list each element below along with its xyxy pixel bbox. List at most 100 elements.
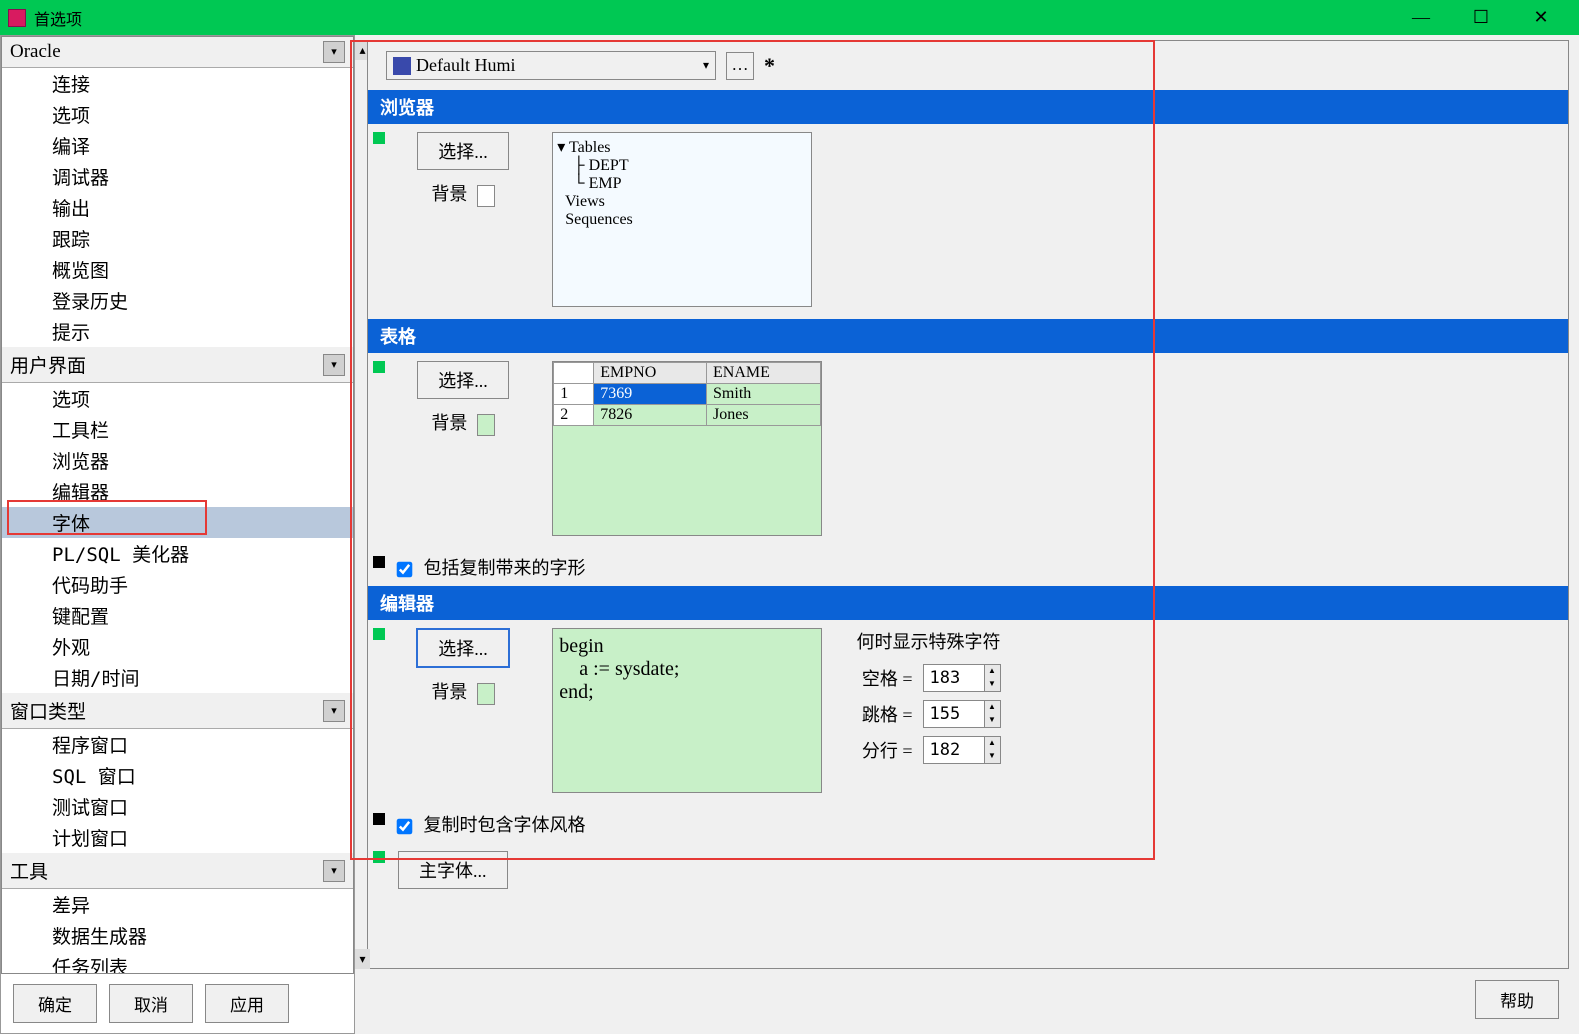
spin-up-icon[interactable]: ▲	[984, 737, 1000, 750]
tree-preview-line: ├ DEPT	[557, 157, 807, 175]
tree-group-header[interactable]: 工具▾	[2, 853, 353, 889]
close-button[interactable]: ✕	[1511, 0, 1571, 35]
section-marker-icon	[373, 851, 385, 863]
tree-preview-line: Sequences	[557, 211, 807, 229]
tree-item[interactable]: 编译	[2, 130, 353, 161]
space-label: 空格 =	[862, 665, 913, 691]
include-style-label: 复制时包含字体风格	[424, 815, 586, 835]
tree-preview-line: Views	[557, 193, 807, 211]
dirty-indicator: *	[764, 53, 775, 79]
special-chars-title: 何时显示特殊字符	[857, 628, 1001, 654]
minimize-button[interactable]: —	[1391, 0, 1451, 35]
grid-cell: 1	[554, 384, 594, 405]
tree-item[interactable]: 输出	[2, 192, 353, 223]
tree-item[interactable]: 日期/时间	[2, 662, 353, 693]
grid-column-header: ENAME	[707, 363, 821, 384]
browser-bg-swatch[interactable]	[477, 185, 495, 207]
help-button[interactable]: 帮助	[1475, 980, 1559, 1019]
include-style-checkbox[interactable]	[397, 819, 413, 835]
section-marker-icon	[373, 556, 385, 568]
chevron-down-icon[interactable]: ▾	[323, 41, 345, 63]
apply-button[interactable]: 应用	[205, 984, 289, 1023]
tree-item[interactable]: 工具栏	[2, 414, 353, 445]
tree-item[interactable]: 选项	[2, 383, 353, 414]
spin-down-icon[interactable]: ▼	[984, 714, 1000, 727]
main-font-button[interactable]: 主字体...	[398, 851, 508, 889]
titlebar: 首选项 — ☐ ✕	[0, 0, 1579, 35]
maximize-button[interactable]: ☐	[1451, 0, 1511, 35]
section-header-editor: 编辑器	[368, 586, 1568, 620]
tree-group-header[interactable]: 窗口类型▾	[2, 693, 353, 729]
tree-item[interactable]: 测试窗口	[2, 791, 353, 822]
grid-bg-swatch[interactable]	[477, 414, 495, 436]
editor-bg-swatch[interactable]	[477, 683, 495, 705]
tree-item[interactable]: 浏览器	[2, 445, 353, 476]
include-glyphs-checkbox[interactable]	[397, 562, 413, 578]
grid-cell: Jones	[707, 405, 821, 426]
ok-button[interactable]: 确定	[13, 984, 97, 1023]
cancel-button[interactable]: 取消	[109, 984, 193, 1023]
section-marker-icon	[373, 132, 385, 144]
spin-down-icon[interactable]: ▼	[984, 750, 1000, 763]
section-marker-icon	[373, 628, 385, 640]
font-dropdown[interactable]: Default Humi ▾	[386, 51, 716, 80]
browser-preview: ▾ Tables ├ DEPT └ EMP Views Sequences	[552, 132, 812, 307]
grid-preview: EMPNOENAME 17369Smith 27826Jones	[552, 361, 822, 536]
grid-column-header: EMPNO	[594, 363, 707, 384]
font-more-button[interactable]: …	[726, 52, 754, 80]
browser-bg-label: 背景	[431, 180, 467, 206]
grid-select-button[interactable]: 选择...	[417, 361, 509, 399]
grid-cell: Smith	[707, 384, 821, 405]
include-glyphs-label: 包括复制带来的字形	[424, 558, 586, 578]
spin-up-icon[interactable]: ▲	[984, 665, 1000, 678]
font-icon	[393, 57, 411, 75]
grid-cell: 2	[554, 405, 594, 426]
tree-item[interactable]: 程序窗口	[2, 729, 353, 760]
preferences-tree[interactable]: Oracle▾连接选项编译调试器输出跟踪概览图登录历史提示用户界面▾选项工具栏浏…	[1, 36, 354, 974]
newline-input[interactable]	[924, 737, 984, 763]
tab-input[interactable]	[924, 701, 984, 727]
scroll-down-icon[interactable]: ▾	[355, 949, 370, 969]
tree-item[interactable]: 选项	[2, 99, 353, 130]
editor-bg-label: 背景	[431, 678, 467, 704]
tree-item[interactable]: 概览图	[2, 254, 353, 285]
tree-item[interactable]: 调试器	[2, 161, 353, 192]
chevron-down-icon[interactable]: ▾	[323, 860, 345, 882]
right-panel: ▴ Default Humi ▾ … * 浏览器 选择... 背景	[355, 35, 1579, 1034]
app-icon	[8, 9, 26, 27]
tree-item[interactable]: SQL 窗口	[2, 760, 353, 791]
tree-item[interactable]: 跟踪	[2, 223, 353, 254]
space-input[interactable]	[924, 665, 984, 691]
editor-select-button[interactable]: 选择...	[416, 628, 510, 668]
chevron-down-icon[interactable]: ▾	[323, 354, 345, 376]
tree-item[interactable]: PL/SQL 美化器	[2, 538, 353, 569]
tree-item[interactable]: 计划窗口	[2, 822, 353, 853]
right-content: Default Humi ▾ … * 浏览器 选择... 背景 ▾ Tables…	[367, 40, 1569, 969]
chevron-down-icon[interactable]: ▾	[323, 700, 345, 722]
tree-item[interactable]: 差异	[2, 889, 353, 920]
section-marker-icon	[373, 813, 385, 825]
section-header-browser: 浏览器	[368, 90, 1568, 124]
tree-item[interactable]: 字体	[2, 507, 353, 538]
tree-item[interactable]: 键配置	[2, 600, 353, 631]
tree-item[interactable]: 代码助手	[2, 569, 353, 600]
browser-select-button[interactable]: 选择...	[417, 132, 509, 170]
tree-item[interactable]: 编辑器	[2, 476, 353, 507]
section-header-grid: 表格	[368, 319, 1568, 353]
window-title: 首选项	[34, 6, 1391, 30]
grid-cell: 7369	[594, 384, 707, 405]
tree-item[interactable]: 外观	[2, 631, 353, 662]
tree-item[interactable]: 连接	[2, 68, 353, 99]
grid-column-header	[554, 363, 594, 384]
tree-item[interactable]: 登录历史	[2, 285, 353, 316]
tree-item[interactable]: 任务列表	[2, 951, 353, 974]
tree-item[interactable]: 数据生成器	[2, 920, 353, 951]
tree-item[interactable]: 提示	[2, 316, 353, 347]
tree-group-header[interactable]: Oracle▾	[2, 37, 353, 68]
spin-down-icon[interactable]: ▼	[984, 678, 1000, 691]
grid-cell: 7826	[594, 405, 707, 426]
left-panel: Oracle▾连接选项编译调试器输出跟踪概览图登录历史提示用户界面▾选项工具栏浏…	[0, 35, 355, 1034]
tree-group-header[interactable]: 用户界面▾	[2, 347, 353, 383]
spin-up-icon[interactable]: ▲	[984, 701, 1000, 714]
tree-preview-line: ▾ Tables	[557, 137, 807, 157]
